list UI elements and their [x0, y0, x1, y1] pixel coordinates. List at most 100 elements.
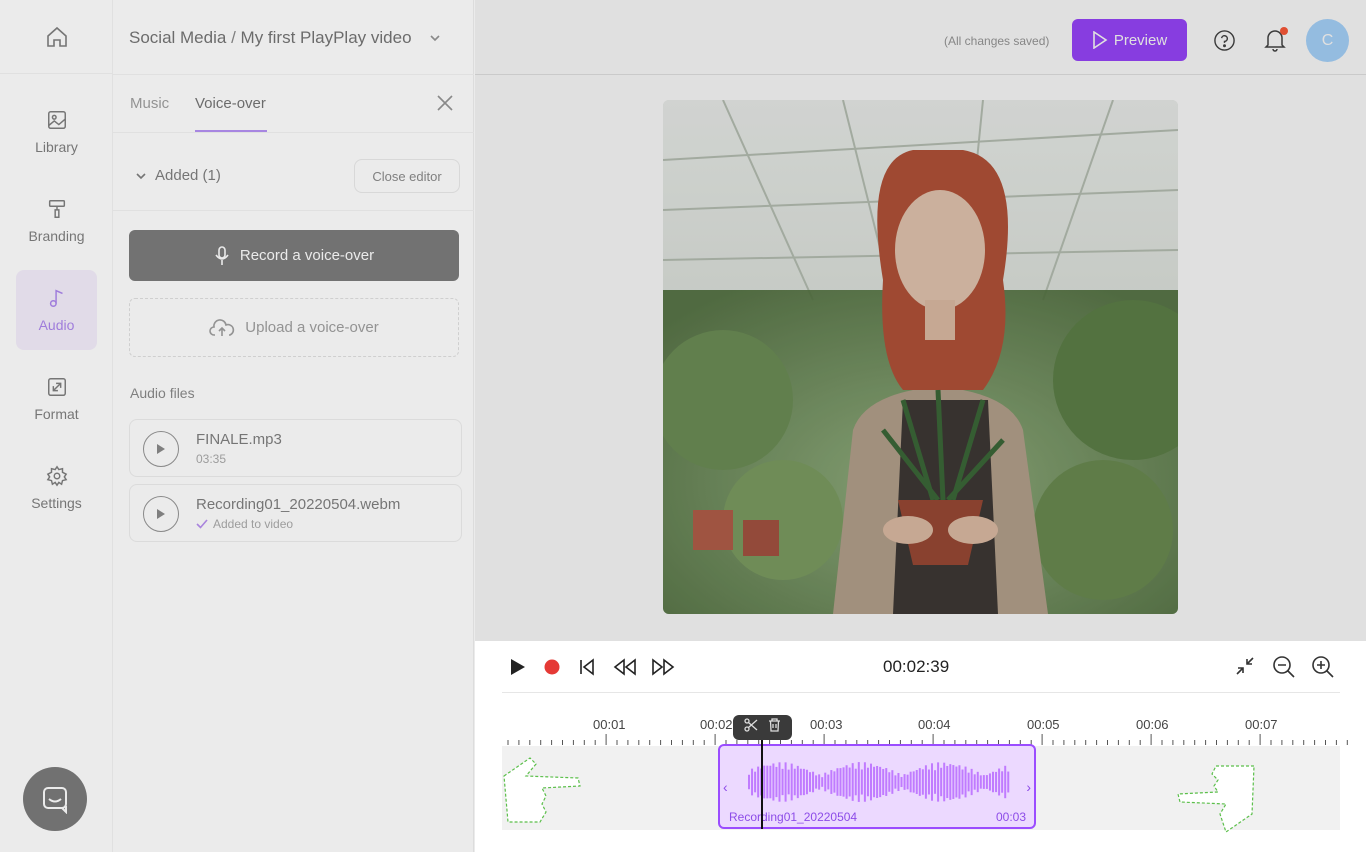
play-file-button[interactable]: [143, 496, 179, 532]
timeline-tick-label: 00:06: [1136, 717, 1169, 732]
close-editor-button[interactable]: Close editor: [354, 159, 460, 193]
waveform-bar: [854, 768, 857, 796]
fast-forward-button[interactable]: [651, 658, 675, 681]
waveform-bar: [754, 771, 757, 793]
waveform-bar: [830, 770, 833, 794]
play-file-button[interactable]: [143, 431, 179, 467]
waveform-bar: [921, 769, 924, 795]
audio-file-item[interactable]: FINALE.mp3 03:35: [129, 419, 462, 477]
waveform-bar: [851, 763, 854, 801]
rail-item-label: Format: [34, 406, 79, 422]
video-thumbnail: [663, 100, 1178, 614]
pointing-hand-icon: [503, 757, 581, 823]
project-name: My first PlayPlay video: [240, 28, 412, 47]
rail-item-label: Branding: [28, 228, 85, 244]
rewind-icon: [613, 658, 636, 676]
waveform-bar: [894, 775, 897, 789]
home-button[interactable]: [0, 0, 113, 74]
waveform-bar: [824, 772, 827, 792]
waveform-bar: [836, 768, 839, 796]
divider: [502, 692, 1340, 693]
waveform-bar: [955, 766, 958, 798]
waveform-bar: [790, 763, 793, 801]
rail-item-settings[interactable]: Settings: [16, 448, 97, 528]
delete-button[interactable]: [768, 718, 781, 737]
project-title[interactable]: Social Media / My first PlayPlay video: [129, 28, 442, 48]
record-button[interactable]: [544, 659, 560, 680]
file-status: Added to video: [196, 517, 293, 531]
rail-item-branding[interactable]: Branding: [16, 181, 97, 261]
waveform-bar: [949, 764, 952, 800]
voice-over-clip[interactable]: ‹ › Recording01_20220504 00:03: [718, 744, 1036, 829]
tab-music[interactable]: Music: [130, 95, 169, 112]
gear-icon: [46, 465, 67, 487]
music-note-icon: [49, 289, 63, 307]
waveform-bar: [757, 766, 760, 798]
waveform-bar: [976, 771, 979, 793]
trim-right-handle[interactable]: ›: [1026, 779, 1031, 795]
split-button[interactable]: [744, 718, 758, 737]
record-dot-icon: [544, 659, 560, 675]
waveform-bar: [906, 774, 909, 790]
waveform-bar: [918, 768, 921, 796]
rail-item-audio[interactable]: Audio: [16, 270, 97, 350]
waveform-bar: [964, 766, 967, 798]
waveform-bar: [784, 762, 787, 802]
help-button[interactable]: [1213, 29, 1236, 57]
chat-icon: [43, 787, 67, 814]
waveform-bar: [793, 768, 796, 796]
close-panel-button[interactable]: [436, 94, 454, 117]
clip-name: Recording01_20220504: [729, 810, 858, 824]
rail-item-library[interactable]: Library: [16, 92, 97, 172]
timeline-tick-label: 00:05: [1027, 717, 1060, 732]
check-icon: [196, 519, 208, 529]
waveform-bar: [940, 767, 943, 797]
zoom-out-button[interactable]: [1272, 655, 1296, 684]
waveform-bar: [778, 762, 781, 802]
waveform-bar: [873, 766, 876, 798]
waveform-bar: [857, 762, 860, 802]
left-rail: Library Branding Audio Format Settings: [0, 0, 113, 852]
zoom-in-button[interactable]: [1311, 655, 1335, 684]
divider: [113, 74, 474, 75]
home-icon: [46, 26, 67, 47]
skip-to-start-button[interactable]: [579, 658, 595, 681]
waveform-bar: [998, 768, 1001, 796]
tab-voice-over[interactable]: Voice-over: [195, 95, 266, 112]
waveform-bar: [818, 774, 821, 790]
record-voice-over-button[interactable]: Record a voice-over: [129, 230, 459, 281]
fit-timeline-button[interactable]: [1235, 656, 1255, 681]
waveform-bar: [952, 765, 955, 799]
zoom-out-icon: [1273, 656, 1295, 678]
waveform-bar: [787, 769, 790, 795]
waveform-bar: [992, 771, 994, 793]
waveform-bar: [842, 767, 845, 797]
upload-voice-over-button[interactable]: Upload a voice-over: [129, 298, 459, 357]
waveform-bar: [812, 771, 815, 793]
added-section-toggle[interactable]: Added (1): [135, 167, 221, 184]
waveform-bar: [897, 772, 900, 792]
save-status: (All changes saved): [944, 34, 1050, 48]
audio-file-item[interactable]: Recording01_20220504.webm Added to video: [129, 484, 462, 542]
waveform-bar: [799, 768, 802, 796]
avatar[interactable]: C: [1306, 19, 1349, 62]
video-preview[interactable]: [663, 100, 1178, 614]
waveform-bar: [888, 772, 891, 792]
rewind-button[interactable]: [613, 658, 637, 681]
preview-button[interactable]: Preview: [1072, 19, 1187, 61]
waveform-bar: [985, 775, 988, 789]
play-button[interactable]: [510, 658, 526, 681]
resize-icon: [47, 378, 66, 396]
chat-launcher-button[interactable]: [23, 767, 87, 831]
zoom-in-icon: [1312, 656, 1334, 678]
playhead[interactable]: [761, 740, 763, 829]
trim-left-handle[interactable]: ‹: [723, 779, 728, 795]
waveform-bar: [982, 775, 985, 789]
waveform-bar: [885, 768, 888, 796]
rail-item-format[interactable]: Format: [16, 359, 97, 439]
timeline-tick-label: 00:03: [810, 717, 843, 732]
play-icon: [157, 509, 165, 519]
waveform-bar: [903, 774, 906, 790]
waveform-bar: [751, 768, 754, 796]
microphone-icon: [215, 245, 229, 265]
